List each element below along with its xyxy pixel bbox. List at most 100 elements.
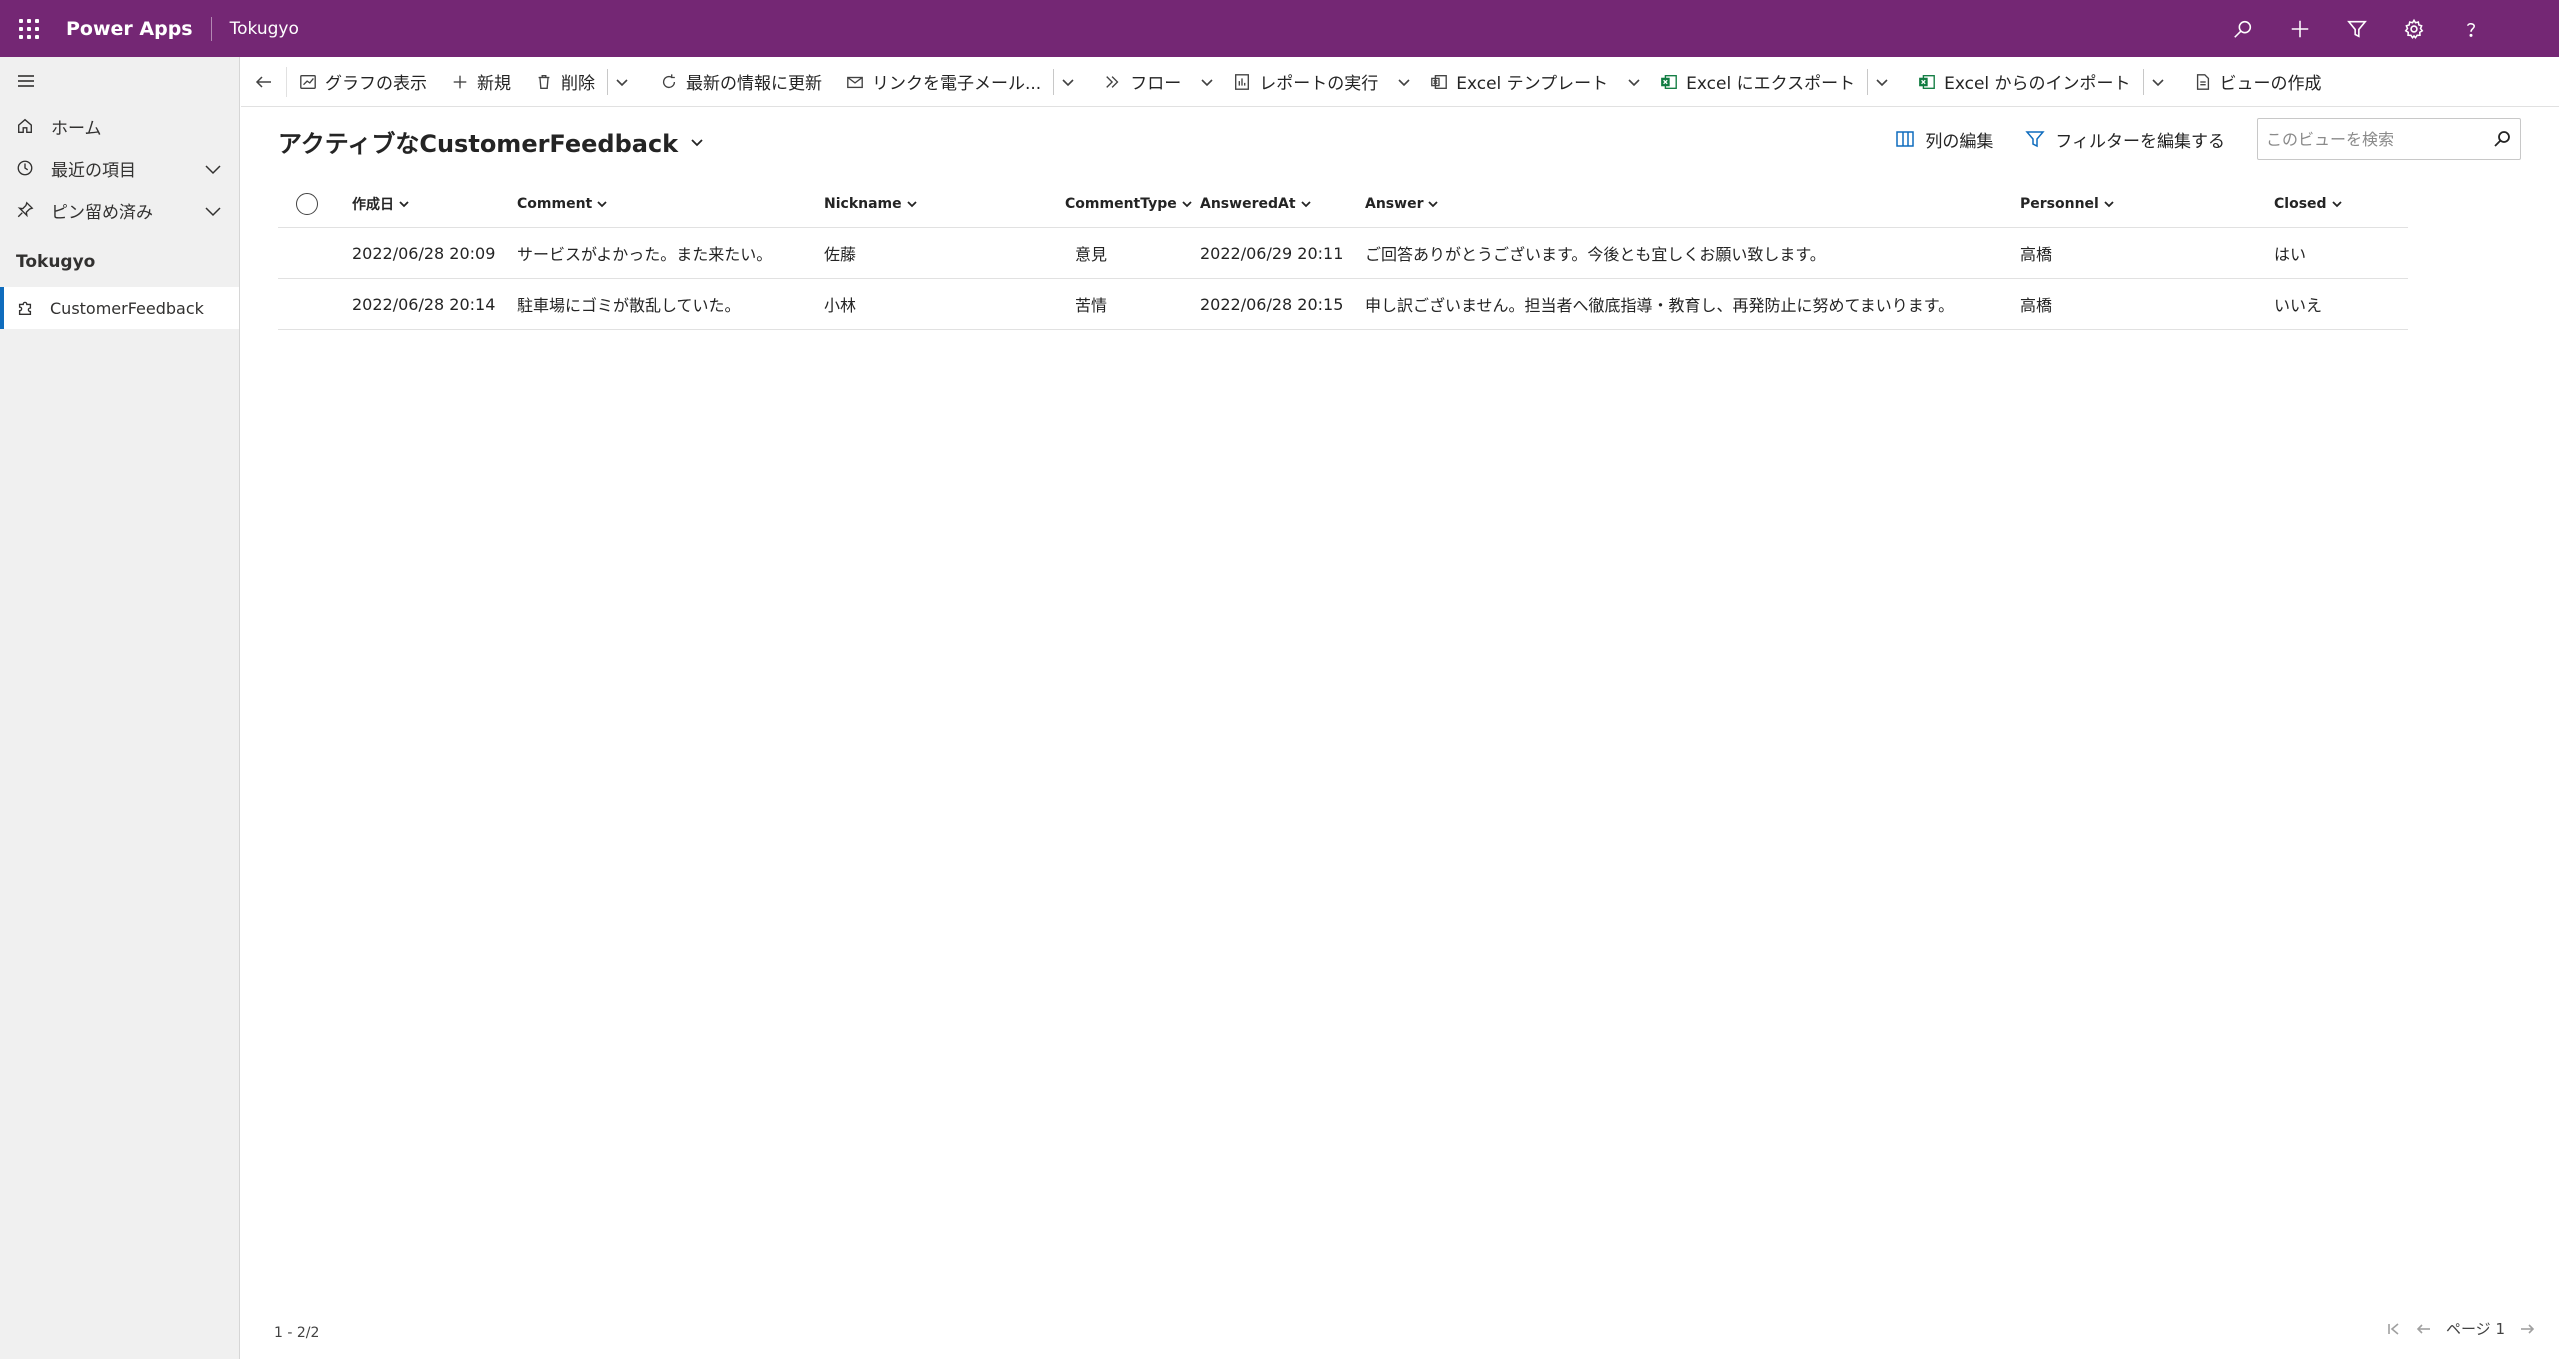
import-excel-button[interactable]: Excel からのインポート [1906, 57, 2142, 107]
column-header-commenttype[interactable]: CommentType [1065, 196, 1200, 212]
chevron-down-icon [616, 78, 628, 86]
cell-closed: いいえ [2274, 296, 2323, 315]
filter-icon [2346, 20, 2367, 38]
create-view-icon [2196, 73, 2209, 90]
report-icon [1235, 73, 1250, 90]
chevron-down-icon [2331, 200, 2342, 207]
flow-dropdown[interactable] [1193, 57, 1221, 107]
command-bar: グラフの表示 新規 削除 最新の情報に更新 リンクを電子メール... フロー レ… [241, 57, 2559, 107]
create-view-button[interactable]: ビューの作成 [2182, 57, 2334, 107]
top-icons [2214, 0, 2499, 57]
delete-button[interactable]: 削除 [523, 57, 607, 107]
cell-answeredat: 2022/06/29 20:11 [1200, 243, 1344, 263]
column-header-personnel[interactable]: Personnel [2020, 196, 2274, 212]
excel-template-icon [1431, 74, 1448, 89]
excel-import-icon [1919, 74, 1935, 89]
filter-button-top[interactable] [2328, 0, 2385, 57]
search-button[interactable] [2214, 0, 2271, 57]
table-row[interactable]: 2022/06/28 20:14 駐車場にゴミが散乱していた。 小林 苦情 20… [278, 279, 2408, 330]
column-header-label: Personnel [2020, 195, 2099, 212]
plus-icon [2291, 20, 2308, 37]
search-icon[interactable] [2492, 129, 2512, 149]
run-report-button[interactable]: レポートの実行 [1221, 57, 1390, 107]
import-excel-label: Excel からのインポート [1944, 74, 2131, 94]
refresh-button[interactable]: 最新の情報に更新 [648, 57, 834, 107]
flow-button[interactable]: フロー [1092, 57, 1193, 107]
new-button[interactable]: 新規 [439, 57, 523, 107]
view-search-input[interactable] [2266, 129, 2492, 149]
chevron-down-icon [2151, 78, 2164, 86]
run-report-dropdown[interactable] [1390, 57, 1418, 107]
column-header-nickname[interactable]: Nickname [824, 196, 1065, 212]
sidebar-item-label: ホーム [51, 118, 102, 139]
flow-label: フロー [1130, 74, 1182, 94]
more-delete-options[interactable] [608, 57, 636, 107]
settings-button[interactable] [2385, 0, 2442, 57]
export-excel-button[interactable]: Excel にエクスポート [1648, 57, 1867, 107]
refresh-label: 最新の情報に更新 [686, 74, 822, 94]
chevron-down-icon [1182, 200, 1192, 207]
chevron-down-icon [906, 200, 917, 207]
import-excel-dropdown[interactable] [2144, 57, 2172, 107]
arrow-right-icon[interactable] [2519, 1321, 2535, 1337]
edit-columns-icon [1896, 131, 1915, 147]
export-excel-dropdown[interactable] [1868, 57, 1896, 107]
chevron-down-icon [597, 200, 607, 207]
new-button-top[interactable] [2271, 0, 2328, 57]
show-chart-button[interactable]: グラフの表示 [287, 57, 439, 107]
environment-name[interactable]: Tokugyo [230, 19, 299, 39]
chevron-down-icon[interactable] [203, 159, 223, 179]
excel-template-dropdown[interactable] [1620, 57, 1648, 107]
cell-commenttype: 苦情 [1075, 296, 1108, 315]
sidebar-item-pinned[interactable]: ピン留め済み [0, 189, 239, 231]
hamburger-icon [18, 75, 34, 87]
column-header-answeredat[interactable]: AnsweredAt [1200, 196, 1365, 212]
sitemap-toggle-button[interactable] [0, 57, 239, 105]
edit-columns-button[interactable]: 列の編集 [1879, 117, 2009, 161]
top-bar: Power Apps Tokugyo [0, 0, 2559, 57]
edit-filters-button[interactable]: フィルターを編集する [2009, 117, 2241, 161]
view-actions: 列の編集 フィルターを編集する [1879, 117, 2521, 161]
view-title: アクティブなCustomerFeedback [278, 130, 679, 158]
help-button[interactable] [2442, 0, 2499, 57]
column-header-answer[interactable]: Answer [1365, 196, 2020, 212]
run-report-label: レポートの実行 [1259, 74, 1379, 94]
export-excel-label: Excel にエクスポート [1686, 74, 1856, 94]
column-header-createdon[interactable]: 作成日 [352, 194, 517, 214]
select-all-checkbox[interactable] [278, 192, 352, 215]
back-button[interactable] [241, 66, 287, 97]
cell-personnel: 高橋 [2020, 245, 2053, 264]
sidebar-item-recent[interactable]: 最近の項目 [0, 147, 239, 189]
view-selector[interactable]: アクティブなCustomerFeedback [278, 124, 706, 159]
excel-template-button[interactable]: Excel テンプレート [1418, 57, 1620, 107]
email-link-button[interactable]: リンクを電子メール... [834, 57, 1053, 107]
sidebar-item-home[interactable]: ホーム [0, 105, 239, 147]
puzzle-icon [18, 301, 32, 315]
email-link-icon [847, 76, 863, 88]
chevron-down-icon[interactable] [203, 201, 223, 221]
chevron-down-icon [1201, 78, 1213, 86]
refresh-icon [662, 73, 676, 88]
first-page-icon[interactable] [2386, 1321, 2402, 1337]
search-icon [2233, 20, 2251, 38]
sidebar-item-label: 最近の項目 [51, 160, 136, 181]
column-header-comment[interactable]: Comment [517, 196, 824, 212]
cell-answer: ご回答ありがとうございます。今後とも宜しくお願い致します。 [1365, 245, 1826, 264]
waffle-icon [18, 18, 39, 39]
sidebar-item-customerfeedback[interactable]: CustomerFeedback [0, 287, 239, 329]
app-name[interactable]: Power Apps [66, 18, 193, 40]
sidebar-group-title: Tokugyo [16, 252, 96, 272]
sidebar-item-label: ピン留め済み [51, 202, 153, 223]
chevron-down-icon [1062, 78, 1074, 86]
cell-comment: サービスがよかった。また来たい。 [517, 245, 773, 264]
more-email-options[interactable] [1054, 57, 1082, 107]
arrow-left-icon[interactable] [2416, 1321, 2432, 1337]
clock-icon [17, 160, 33, 176]
sidebar-item-label: CustomerFeedback [50, 298, 204, 318]
column-header-closed[interactable]: Closed [2274, 196, 2408, 212]
table-row[interactable]: 2022/06/28 20:09 サービスがよかった。また来たい。 佐藤 意見 … [278, 228, 2408, 279]
grid-header: 作成日 Comment Nickname CommentType Answere… [278, 180, 2408, 228]
edit-columns-label: 列の編集 [1925, 131, 1994, 152]
home-icon [18, 118, 32, 133]
app-launcher-button[interactable] [0, 0, 57, 57]
